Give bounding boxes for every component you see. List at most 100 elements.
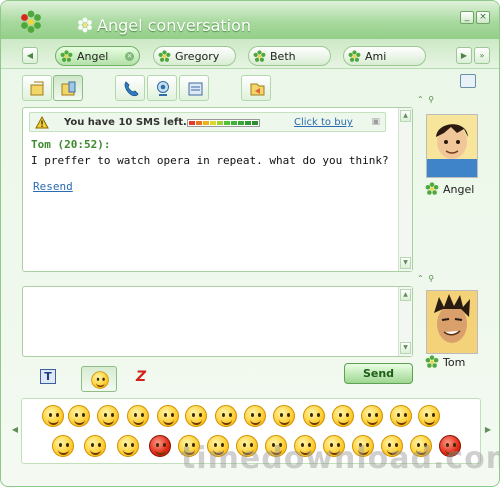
- sms-mode-button[interactable]: [53, 75, 83, 101]
- tab-label: Ami: [365, 49, 387, 63]
- collapse-contact-icon[interactable]: ⌃ ⚲: [417, 95, 453, 105]
- smiley-icon[interactable]: [418, 405, 440, 427]
- scroll-up-button[interactable]: ▲: [400, 289, 411, 301]
- phone-book-button[interactable]: [179, 75, 209, 101]
- send-file-button[interactable]: [241, 75, 271, 101]
- tab-scroll-left-button[interactable]: ◀: [22, 47, 38, 64]
- smiley-button[interactable]: [81, 366, 117, 392]
- smiley-icon[interactable]: [215, 405, 237, 427]
- online-flower-icon: [253, 49, 266, 62]
- scroll-up-button[interactable]: ▲: [400, 110, 411, 122]
- contact-name: Angel: [443, 183, 475, 196]
- smiley-icon[interactable]: [52, 435, 74, 457]
- phone-book-icon: [188, 82, 203, 96]
- smiley-icon[interactable]: [117, 435, 139, 457]
- webcam-button[interactable]: [147, 75, 177, 101]
- online-flower-icon: [60, 49, 73, 62]
- detach-window-icon[interactable]: [460, 74, 476, 88]
- smiley-icon[interactable]: [303, 405, 325, 427]
- online-flower-icon: [158, 49, 171, 62]
- send-button[interactable]: Send: [344, 363, 413, 384]
- buy-sms-link[interactable]: Click to buy: [294, 117, 353, 128]
- sms-notice: You have 10 SMS left. Click to buy ▣: [29, 112, 386, 132]
- smiley-icon[interactable]: [42, 405, 64, 427]
- text-format-button[interactable]: T: [40, 369, 60, 389]
- meter-segment: [210, 121, 216, 125]
- input-scrollbar[interactable]: ▲ ▼: [398, 287, 412, 356]
- nudge-button[interactable]: Z: [136, 369, 156, 389]
- close-notice-icon[interactable]: ▣: [371, 117, 380, 127]
- smileys-next-button[interactable]: ▶: [482, 422, 494, 438]
- meter-segment: [217, 121, 223, 125]
- text-format-icon: T: [40, 369, 56, 384]
- meter-segment: [238, 121, 244, 125]
- meter-segment: [245, 121, 251, 125]
- nudge-icon: Z: [136, 369, 147, 385]
- tab-angel[interactable]: Angel ×: [55, 46, 140, 66]
- message-mode-icon: [30, 81, 44, 96]
- tab-ami[interactable]: Ami: [343, 46, 426, 66]
- contact-tabs: ◀ Angel × Gregory Beth Ami ▶ »: [1, 39, 499, 69]
- history-scrollbar[interactable]: ▲ ▼: [398, 108, 412, 271]
- message-sender: Tom (20:52):: [31, 138, 111, 151]
- collapse-self-icon[interactable]: ⌃ ⚲: [417, 274, 453, 284]
- meter-segment: [224, 121, 230, 125]
- warning-icon: [35, 116, 49, 129]
- tab-label: Angel: [77, 49, 109, 63]
- tab-gregory[interactable]: Gregory: [153, 46, 236, 66]
- tab-beth[interactable]: Beth: [248, 46, 331, 66]
- sms-left-text: You have 10 SMS left.: [64, 117, 187, 128]
- minimize-button[interactable]: _: [460, 11, 474, 24]
- tab-list-button[interactable]: »: [474, 47, 490, 64]
- title-flower-icon: [78, 17, 92, 33]
- smiley-icon[interactable]: [157, 405, 179, 427]
- online-flower-icon: [348, 49, 361, 62]
- resend-link[interactable]: Resend: [33, 180, 73, 193]
- contact-avatar: [426, 114, 478, 178]
- message-mode-button[interactable]: [22, 75, 52, 101]
- scroll-down-button[interactable]: ▼: [400, 342, 411, 354]
- title-bar[interactable]: Angel conversation _ ×: [1, 1, 499, 39]
- tab-scroll-right-button[interactable]: ▶: [456, 47, 472, 64]
- sms-mode-icon: [61, 81, 76, 96]
- scroll-down-button[interactable]: ▼: [400, 257, 411, 269]
- smiley-icon[interactable]: [127, 405, 149, 427]
- webcam-icon: [157, 81, 169, 96]
- self-name: Tom: [443, 356, 466, 369]
- devil-smiley-icon[interactable]: [149, 435, 171, 457]
- smiley-icon[interactable]: [273, 405, 295, 427]
- meter-segment: [203, 121, 209, 125]
- meter-segment: [196, 121, 202, 125]
- smiley-icon[interactable]: [332, 405, 354, 427]
- smileys-prev-button[interactable]: ◀: [9, 422, 21, 438]
- meter-segment: [252, 121, 258, 125]
- self-avatar: [426, 290, 478, 354]
- smiley-icon[interactable]: [244, 405, 266, 427]
- meter-segment: [189, 121, 195, 125]
- message-history[interactable]: You have 10 SMS left. Click to buy ▣ Tom…: [22, 107, 413, 272]
- watermark: timedownload.com: [181, 441, 500, 476]
- conversation-window: Angel conversation _ × ◀ Angel × Gregory: [0, 0, 500, 487]
- smiley-icon[interactable]: [97, 405, 119, 427]
- smiley-icon[interactable]: [361, 405, 383, 427]
- smiley-icon[interactable]: [84, 435, 106, 457]
- meter-segment: [231, 121, 237, 125]
- smiley-icon[interactable]: [68, 405, 90, 427]
- send-file-icon: [250, 83, 265, 96]
- online-flower-icon: [425, 355, 439, 368]
- icq-flower-icon[interactable]: [19, 10, 43, 34]
- tab-label: Beth: [270, 49, 296, 63]
- online-flower-icon: [425, 182, 439, 195]
- close-button[interactable]: ×: [476, 11, 490, 24]
- smiley-icon[interactable]: [390, 405, 412, 427]
- message-input[interactable]: ▲ ▼: [22, 286, 413, 357]
- call-button[interactable]: [115, 75, 145, 101]
- call-icon: [124, 81, 139, 97]
- smiley-icon: [91, 371, 109, 389]
- window-title: Angel conversation: [97, 16, 252, 35]
- tab-close-icon[interactable]: ×: [125, 52, 134, 61]
- message-text: I preffer to watch opera in repeat. what…: [31, 154, 389, 167]
- tab-label: Gregory: [175, 49, 220, 63]
- smiley-icon[interactable]: [185, 405, 207, 427]
- sms-credit-meter: [187, 119, 260, 127]
